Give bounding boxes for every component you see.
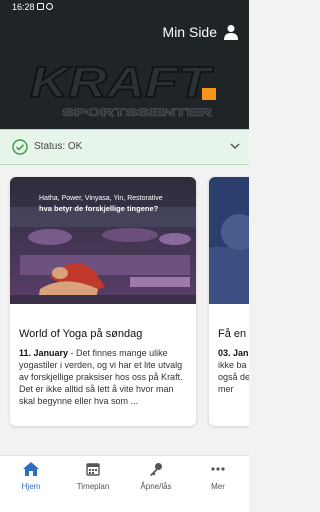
image-overlay-caption: Hatha, Power, Vinyasa, Yin, Restorative … xyxy=(39,194,163,214)
status-text: Status: OK xyxy=(34,141,83,152)
card-date: 11. January xyxy=(19,348,69,358)
check-circle-icon xyxy=(12,139,28,155)
nav-timetable-label: Timeplan xyxy=(76,482,110,491)
nav-timetable[interactable]: Timeplan xyxy=(68,462,118,491)
my-page-button[interactable]: Min Side xyxy=(163,24,239,40)
nav-home-label: Hjem xyxy=(21,482,41,491)
sync-icon xyxy=(46,3,53,10)
chevron-down-icon[interactable] xyxy=(230,142,240,150)
card-excerpt: 03. Jan ikke ba også de mer xyxy=(218,347,249,395)
card-excerpt-line: ikke ba xyxy=(218,360,247,370)
svg-text:KRAFT: KRAFT xyxy=(30,58,214,107)
image-headline: hva betyr de forskjellige tingene? xyxy=(39,204,159,213)
bottom-navigation: Hjem Timeplan Åpne/lås Mer xyxy=(0,455,249,512)
svg-text:SPORTSSENTER: SPORTSSENTER xyxy=(62,107,212,119)
yoga-class-image: Hatha, Power, Vinyasa, Yin, Restorative … xyxy=(10,177,196,304)
card-title: World of Yoga på søndag xyxy=(19,328,143,340)
system-status-bar: 16:28 xyxy=(0,0,249,16)
more-icon xyxy=(211,467,225,471)
notification-icon xyxy=(37,3,44,10)
calendar-icon xyxy=(86,463,100,476)
nav-open-lock-label: Åpne/lås xyxy=(140,482,172,491)
card-excerpt: 11. January - Det finnes mange ulike yog… xyxy=(19,347,185,407)
card-excerpt-line: mer xyxy=(218,384,234,394)
clock: 16:28 xyxy=(12,2,35,12)
card-excerpt-line: også de xyxy=(218,372,249,382)
nav-more-label: Mer xyxy=(211,482,225,491)
nav-more[interactable]: Mer xyxy=(193,462,243,491)
nav-home[interactable]: Hjem xyxy=(6,462,56,491)
news-card[interactable]: Få en 03. Jan ikke ba også de mer xyxy=(209,177,249,426)
app-header: Min Side KRAFT SPORTSSENTER xyxy=(0,16,249,129)
user-icon xyxy=(224,25,238,40)
news-carousel[interactable]: Hatha, Power, Vinyasa, Yin, Restorative … xyxy=(0,165,249,455)
my-page-label: Min Side xyxy=(162,24,217,40)
news-image xyxy=(209,177,249,304)
card-date: 03. Jan xyxy=(218,348,249,358)
image-caption: Hatha, Power, Vinyasa, Yin, Restorative xyxy=(39,195,163,202)
news-card[interactable]: Hatha, Power, Vinyasa, Yin, Restorative … xyxy=(10,177,196,426)
key-icon xyxy=(150,463,162,476)
kraft-logo: KRAFT SPORTSSENTER xyxy=(0,57,249,119)
card-title: Få en xyxy=(218,328,247,340)
notification-icons xyxy=(37,3,53,10)
home-icon xyxy=(23,462,39,476)
nav-open-lock[interactable]: Åpne/lås xyxy=(131,462,181,491)
status-panel[interactable]: Status: OK xyxy=(0,129,249,165)
